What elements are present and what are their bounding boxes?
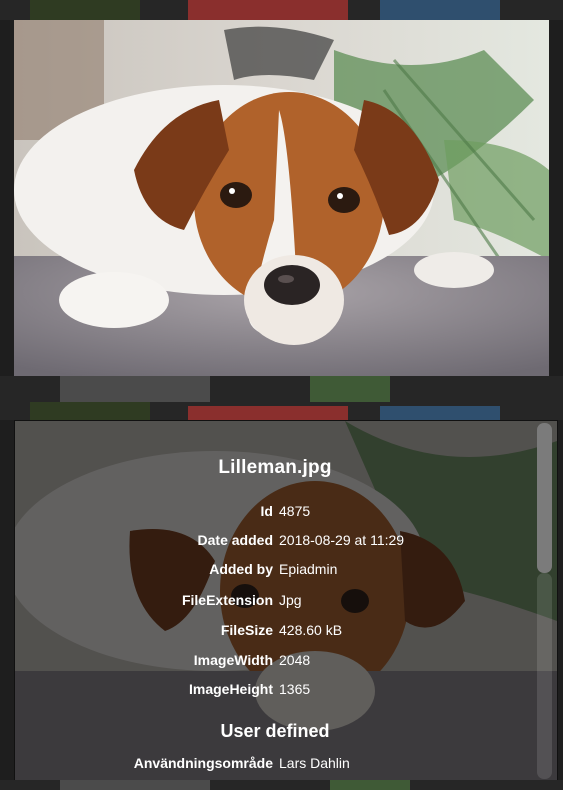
- meta-row-image-height: ImageHeight 1365: [15, 681, 535, 703]
- details-scrollbar[interactable]: [536, 423, 553, 779]
- meta-value: 428.60 kB: [279, 622, 343, 638]
- thumbnail-strip-middle: [0, 376, 563, 420]
- meta-value: 2018-08-29 at 11:29: [279, 532, 405, 548]
- meta-key: FileExtension: [181, 592, 273, 608]
- meta-value: 2048: [279, 652, 311, 668]
- meta-key: ImageHeight: [188, 681, 273, 697]
- meta-row-image-width: ImageWidth 2048: [15, 652, 535, 674]
- meta-value: 4875: [279, 503, 311, 519]
- scrollbar-thumb[interactable]: [537, 423, 552, 573]
- thumbnail-strip-bottom: [0, 780, 563, 790]
- meta-row-id: Id 4875: [15, 503, 535, 525]
- image-preview[interactable]: [14, 20, 549, 376]
- thumbnail-strip-top: [0, 0, 563, 20]
- meta-value: Jpg: [279, 592, 302, 608]
- meta-key: ImageWidth: [193, 652, 273, 668]
- details-content: Lilleman.jpg Id 4875 Date added 2018-08-…: [15, 421, 535, 783]
- meta-row-date-added: Date added 2018-08-29 at 11:29: [15, 532, 535, 554]
- meta-row-file-size: FileSize 428.60 kB: [15, 622, 535, 644]
- meta-key: Id: [260, 503, 273, 519]
- meta-key: Added by: [209, 561, 273, 577]
- meta-key: Användningsområde: [133, 755, 273, 771]
- meta-row-added-by: Added by Epiadmin: [15, 561, 535, 583]
- meta-key: Date added: [197, 532, 273, 548]
- meta-value: 1365: [279, 681, 311, 697]
- meta-row-anvandningsomrade: Användningsområde Lars Dahlin: [15, 755, 535, 777]
- dog-photo: [14, 20, 549, 376]
- meta-key: FileSize: [220, 622, 273, 638]
- meta-value: Epiadmin: [279, 561, 338, 577]
- meta-row-file-extension: FileExtension Jpg: [15, 592, 535, 614]
- scrollbar-track[interactable]: [537, 573, 552, 779]
- file-name-title: Lilleman.jpg: [218, 457, 332, 478]
- image-details-panel: Lilleman.jpg Id 4875 Date added 2018-08-…: [14, 420, 558, 784]
- user-defined-heading: User defined: [220, 721, 330, 741]
- meta-value: Lars Dahlin: [279, 755, 350, 771]
